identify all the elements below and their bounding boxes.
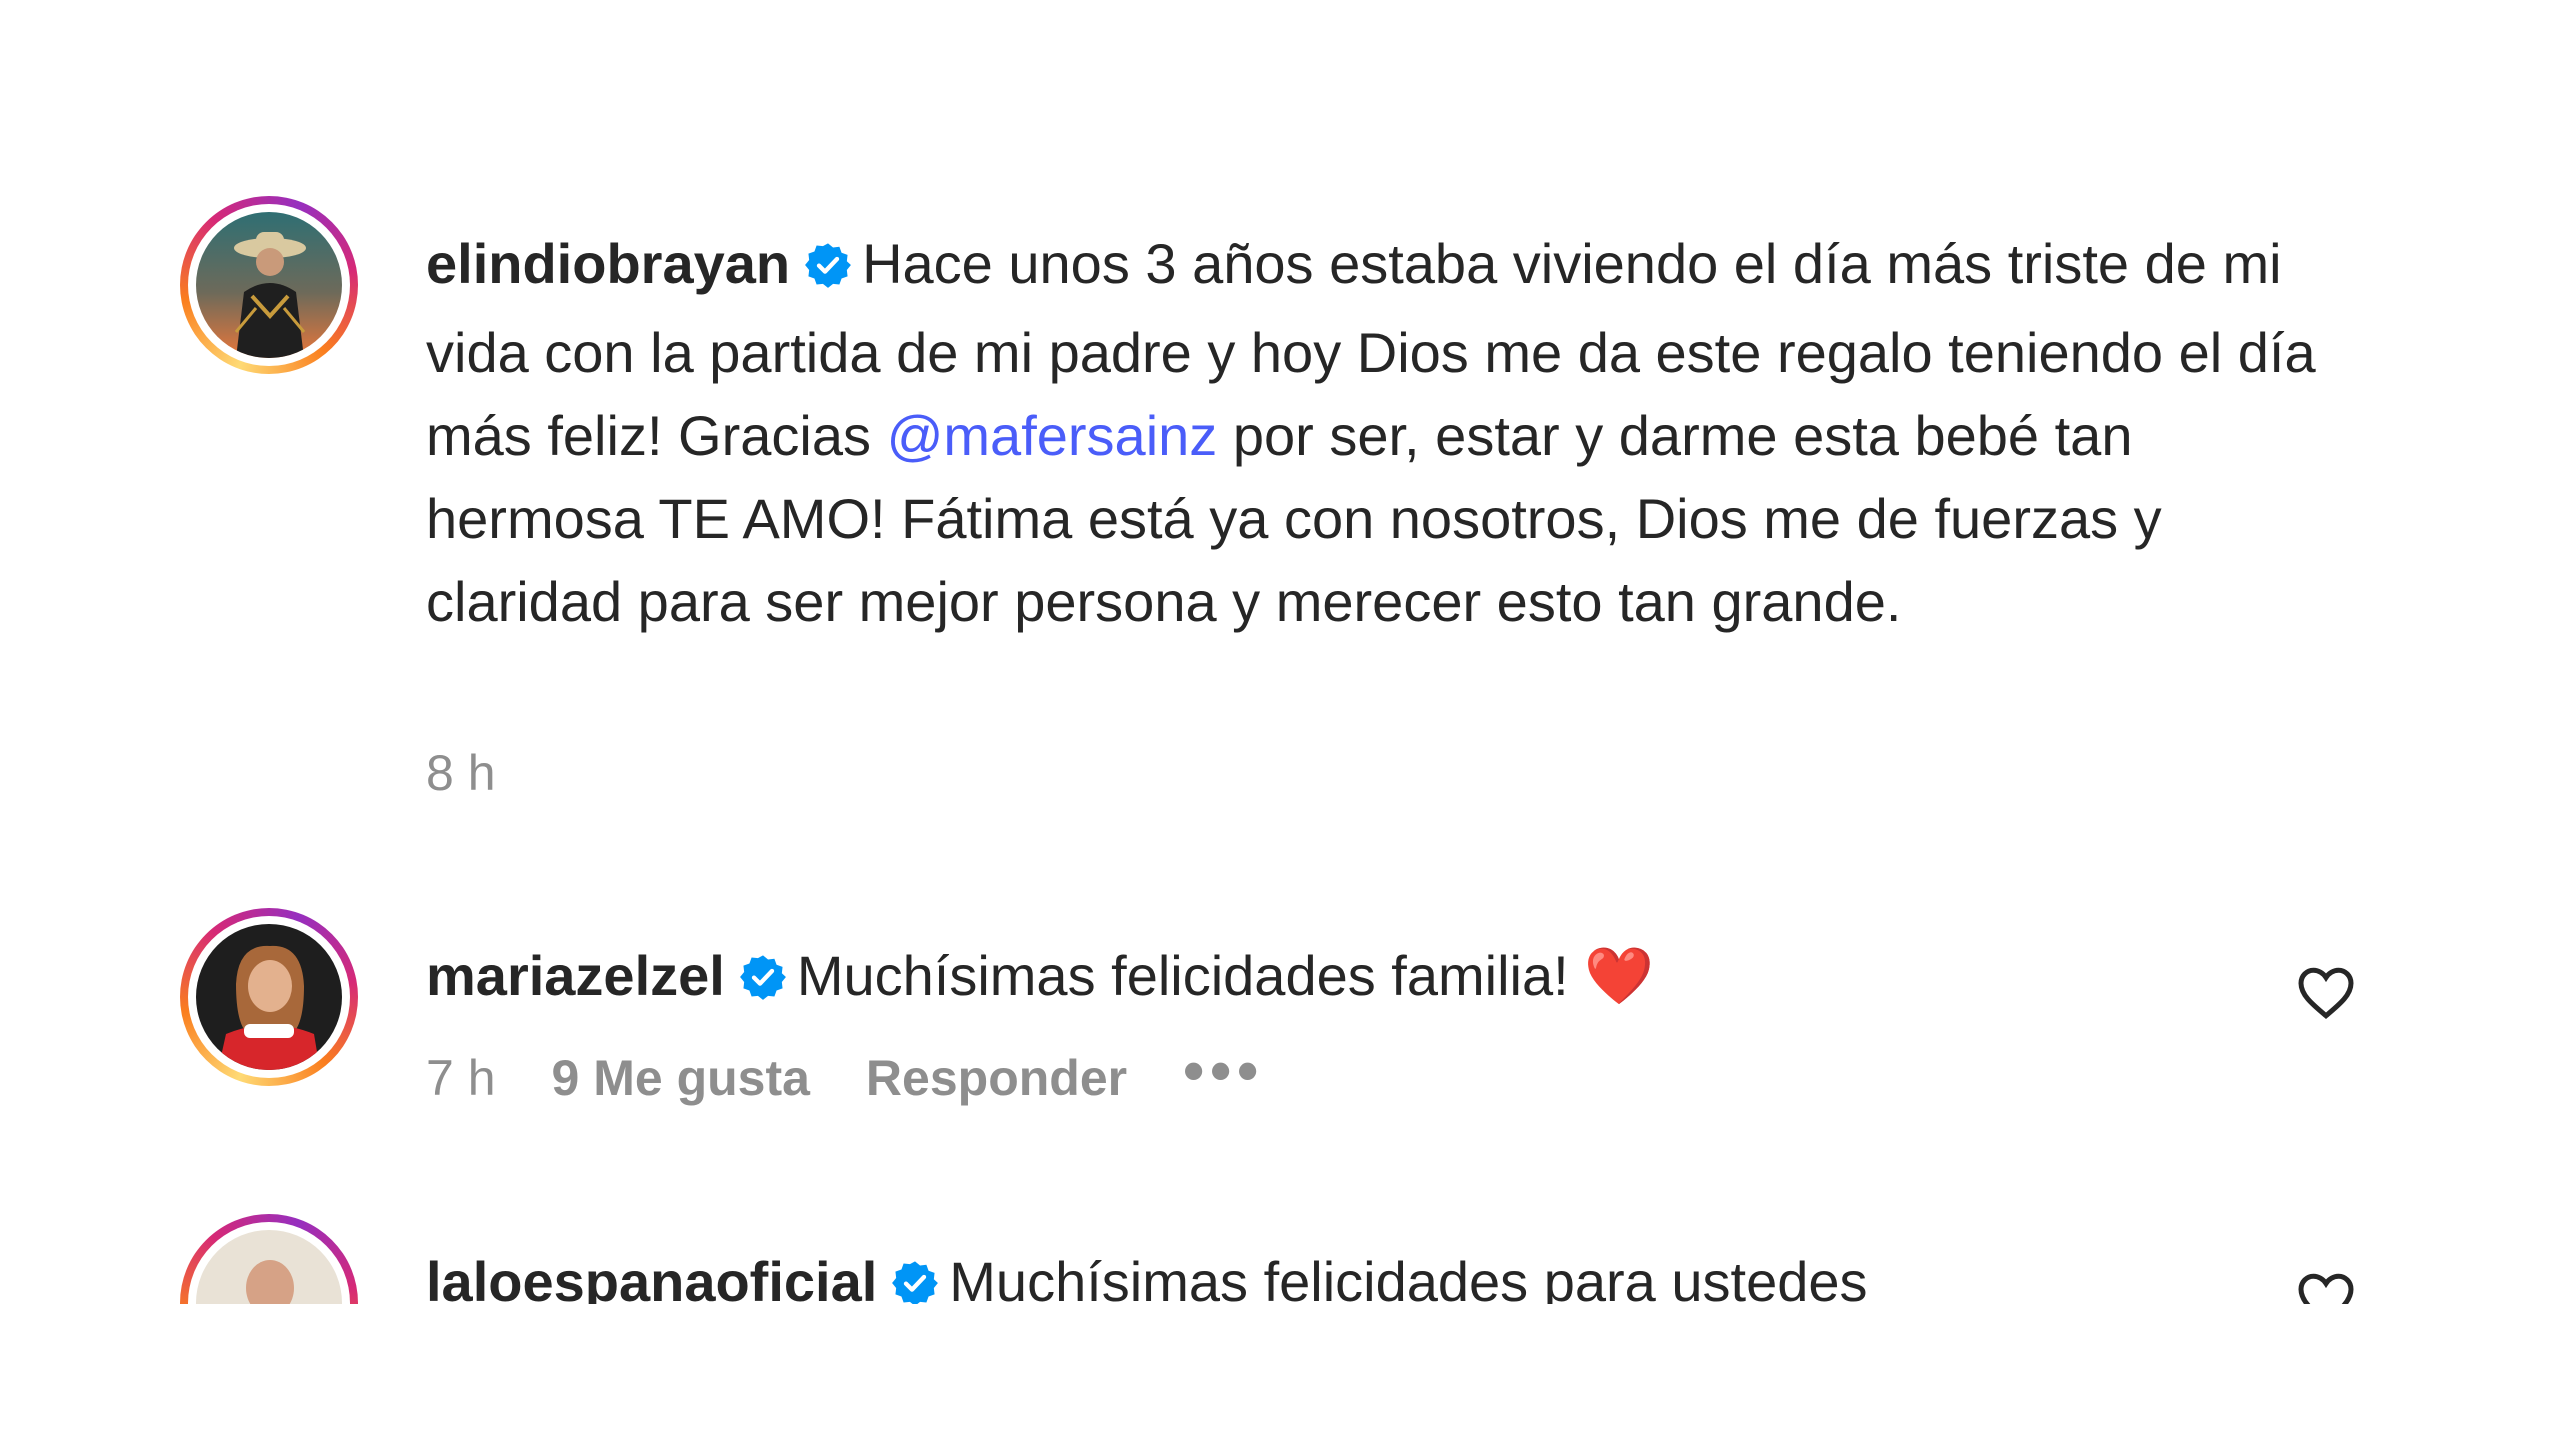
avatar-photo [196, 924, 342, 1070]
comment-body: mariazelzel Muchísimas felicidades famili… [426, 934, 2326, 1023]
verified-badge-icon [804, 228, 852, 311]
verified-badge-icon [891, 1246, 939, 1304]
avatar-elindiobrayan[interactable] [180, 196, 358, 374]
more-options-button[interactable]: ••• [1183, 1036, 1264, 1105]
heart-emoji: ❤️ [1584, 944, 1654, 1007]
verified-badge-icon [739, 940, 787, 1023]
comment-username[interactable]: mariazelzel [426, 944, 725, 1007]
comment-body: laloespanaoficial Muchísimas felicidades … [426, 1240, 2326, 1304]
comment-username[interactable]: elindiobrayan [426, 232, 790, 295]
comment-time[interactable]: 8 h [426, 745, 496, 801]
comment-username[interactable]: laloespanaoficial [426, 1250, 877, 1304]
comment-text: Muchísimas felicidades para ustedes [949, 1250, 1868, 1304]
comment-meta: 8 h [426, 744, 552, 802]
avatar-laloespanaoficial[interactable] [180, 1214, 358, 1304]
avatar-photo [196, 212, 342, 358]
reply-button[interactable]: Responder [866, 1050, 1127, 1106]
comments-viewport: elindiobrayan Hace unos 3 años estaba viv… [0, 0, 2560, 1440]
comments-panel: elindiobrayan Hace unos 3 años estaba viv… [0, 0, 2560, 1304]
comment-time[interactable]: 7 h [426, 1050, 496, 1106]
heart-outline-icon[interactable] [2296, 1270, 2356, 1304]
avatar-mariazelzel[interactable] [180, 908, 358, 1086]
comment-meta: 7 h 9 Me gusta Responder ••• [426, 1036, 1320, 1107]
caption-text: elindiobrayan Hace unos 3 años estaba viv… [426, 222, 2326, 643]
heart-outline-icon[interactable] [2296, 964, 2356, 1020]
mention-link[interactable]: @mafersainz [887, 404, 1218, 467]
comment-text: Muchísimas felicidades familia! [796, 944, 1585, 1007]
likes-count[interactable]: 9 Me gusta [552, 1050, 810, 1106]
